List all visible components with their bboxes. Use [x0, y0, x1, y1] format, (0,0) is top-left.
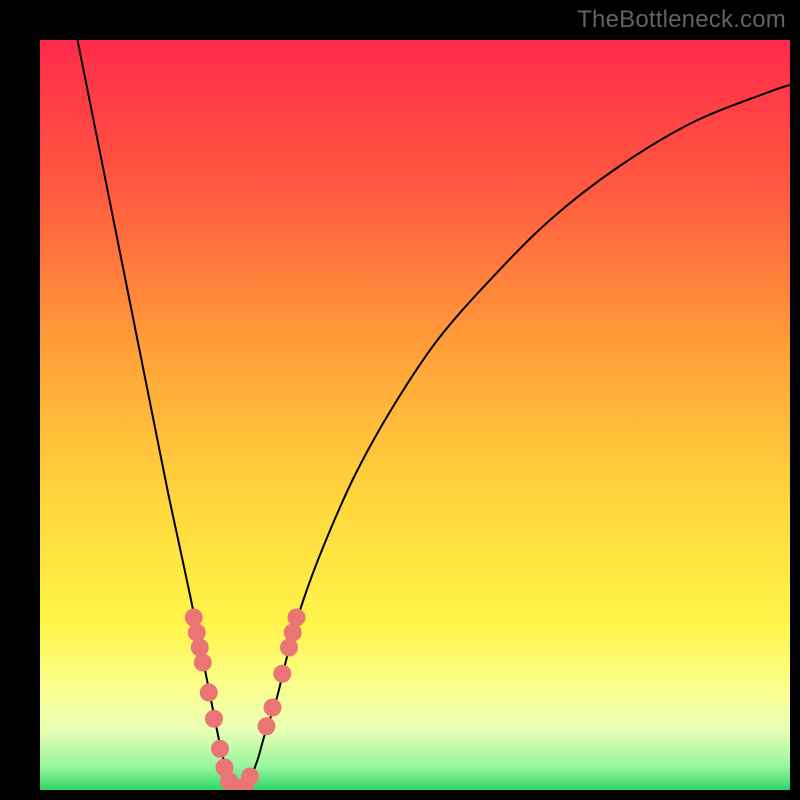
- data-marker: [242, 768, 259, 785]
- data-marker: [212, 740, 229, 757]
- data-marker: [194, 654, 211, 671]
- data-marker: [185, 609, 202, 626]
- data-marker: [274, 665, 291, 682]
- plot-area: [40, 40, 790, 790]
- data-marker: [258, 718, 275, 735]
- data-marker: [288, 609, 305, 626]
- chart-frame: TheBottleneck.com: [0, 0, 800, 800]
- data-marker: [264, 699, 281, 716]
- data-marker: [206, 710, 223, 727]
- watermark-text: TheBottleneck.com: [577, 6, 786, 34]
- data-marker: [188, 624, 205, 641]
- plot-svg: [40, 40, 790, 790]
- data-marker: [200, 684, 217, 701]
- data-marker: [284, 624, 301, 641]
- data-marker: [191, 639, 208, 656]
- data-marker: [281, 639, 298, 656]
